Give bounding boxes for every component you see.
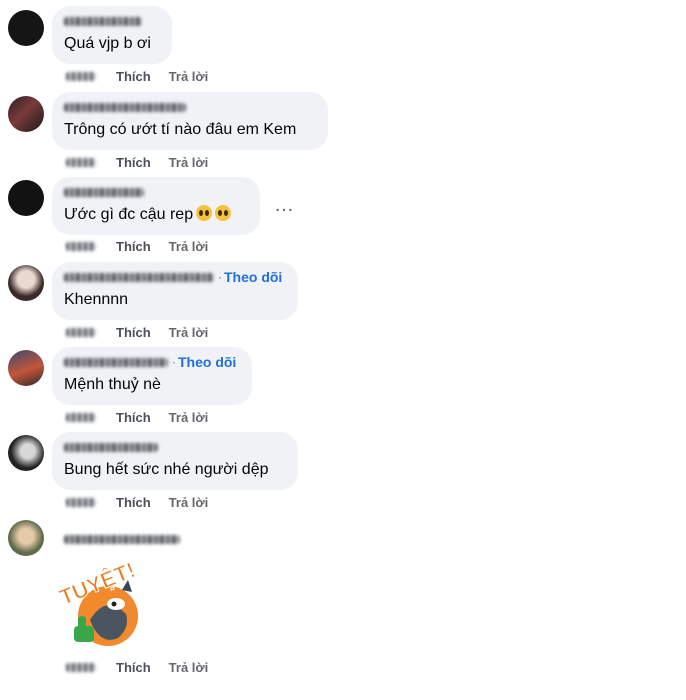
more-options-icon[interactable]: …: [274, 194, 295, 217]
comment-bubble: Ước gì đc cậu rep: [52, 177, 260, 235]
comment-bubble: Bung hết sức nhé người dệp: [52, 432, 298, 490]
avatar[interactable]: [8, 180, 44, 216]
author-name[interactable]: [64, 16, 142, 26]
like-button[interactable]: Thích: [116, 495, 151, 510]
comment-bubble: · Theo dõi Mệnh thuỷ nè: [52, 347, 252, 405]
follow-button[interactable]: Theo dõi: [224, 269, 282, 285]
reply-button[interactable]: Trả lời: [169, 660, 209, 675]
author-name[interactable]: [64, 272, 214, 282]
author-name[interactable]: [64, 102, 186, 112]
reply-button[interactable]: Trả lời: [169, 410, 209, 425]
like-button[interactable]: Thích: [116, 325, 151, 340]
avatar[interactable]: [8, 96, 44, 132]
author-name[interactable]: [64, 534, 180, 544]
reply-button[interactable]: Trả lời: [169, 239, 209, 254]
comment-text: Trông có ướt tí nào đâu em Kem: [64, 121, 297, 138]
reply-button[interactable]: Trả lời: [169, 495, 209, 510]
comment-text-content: Ước gì đc cậu rep: [64, 206, 194, 223]
comment-text: Khennnn: [64, 291, 129, 308]
timestamp[interactable]: [66, 241, 96, 251]
reply-button[interactable]: Trả lời: [169, 325, 209, 340]
timestamp[interactable]: [66, 157, 96, 167]
like-button[interactable]: Thích: [116, 155, 151, 170]
comment-text: Ước gì đc cậu rep: [64, 205, 248, 225]
avatar[interactable]: [8, 265, 44, 301]
like-button[interactable]: Thích: [116, 239, 151, 254]
crying-face-icon: [215, 205, 232, 221]
avatar[interactable]: [8, 10, 44, 46]
comment-text: Mệnh thuỷ nè: [64, 376, 161, 393]
avatar[interactable]: [8, 350, 44, 386]
follow-button[interactable]: Theo dõi: [178, 354, 236, 370]
comment-bubble: Quá vjp b ơi: [52, 6, 172, 64]
comment-text: Quá vjp b ơi: [64, 35, 151, 52]
timestamp[interactable]: [66, 412, 96, 422]
comment-text: Bung hết sức nhé người dệp: [64, 461, 269, 478]
author-name[interactable]: [64, 357, 168, 367]
avatar[interactable]: [8, 520, 44, 556]
timestamp[interactable]: [66, 327, 96, 337]
reply-button[interactable]: Trả lời: [169, 155, 209, 170]
like-button[interactable]: Thích: [116, 410, 151, 425]
timestamp[interactable]: [66, 662, 96, 672]
comment-bubble: · Theo dõi Khennnn: [52, 262, 298, 320]
comment-bubble: Trông có ướt tí nào đâu em Kem: [52, 92, 328, 150]
crying-face-icon: [196, 205, 213, 221]
timestamp[interactable]: [66, 497, 96, 507]
reply-button[interactable]: Trả lời: [169, 69, 209, 84]
timestamp[interactable]: [66, 71, 96, 81]
like-button[interactable]: Thích: [116, 660, 151, 675]
author-name[interactable]: [64, 442, 158, 452]
avatar[interactable]: [8, 435, 44, 471]
like-button[interactable]: Thích: [116, 69, 151, 84]
sticker-image: TUYỆT!: [55, 560, 139, 646]
author-name[interactable]: [64, 187, 144, 197]
